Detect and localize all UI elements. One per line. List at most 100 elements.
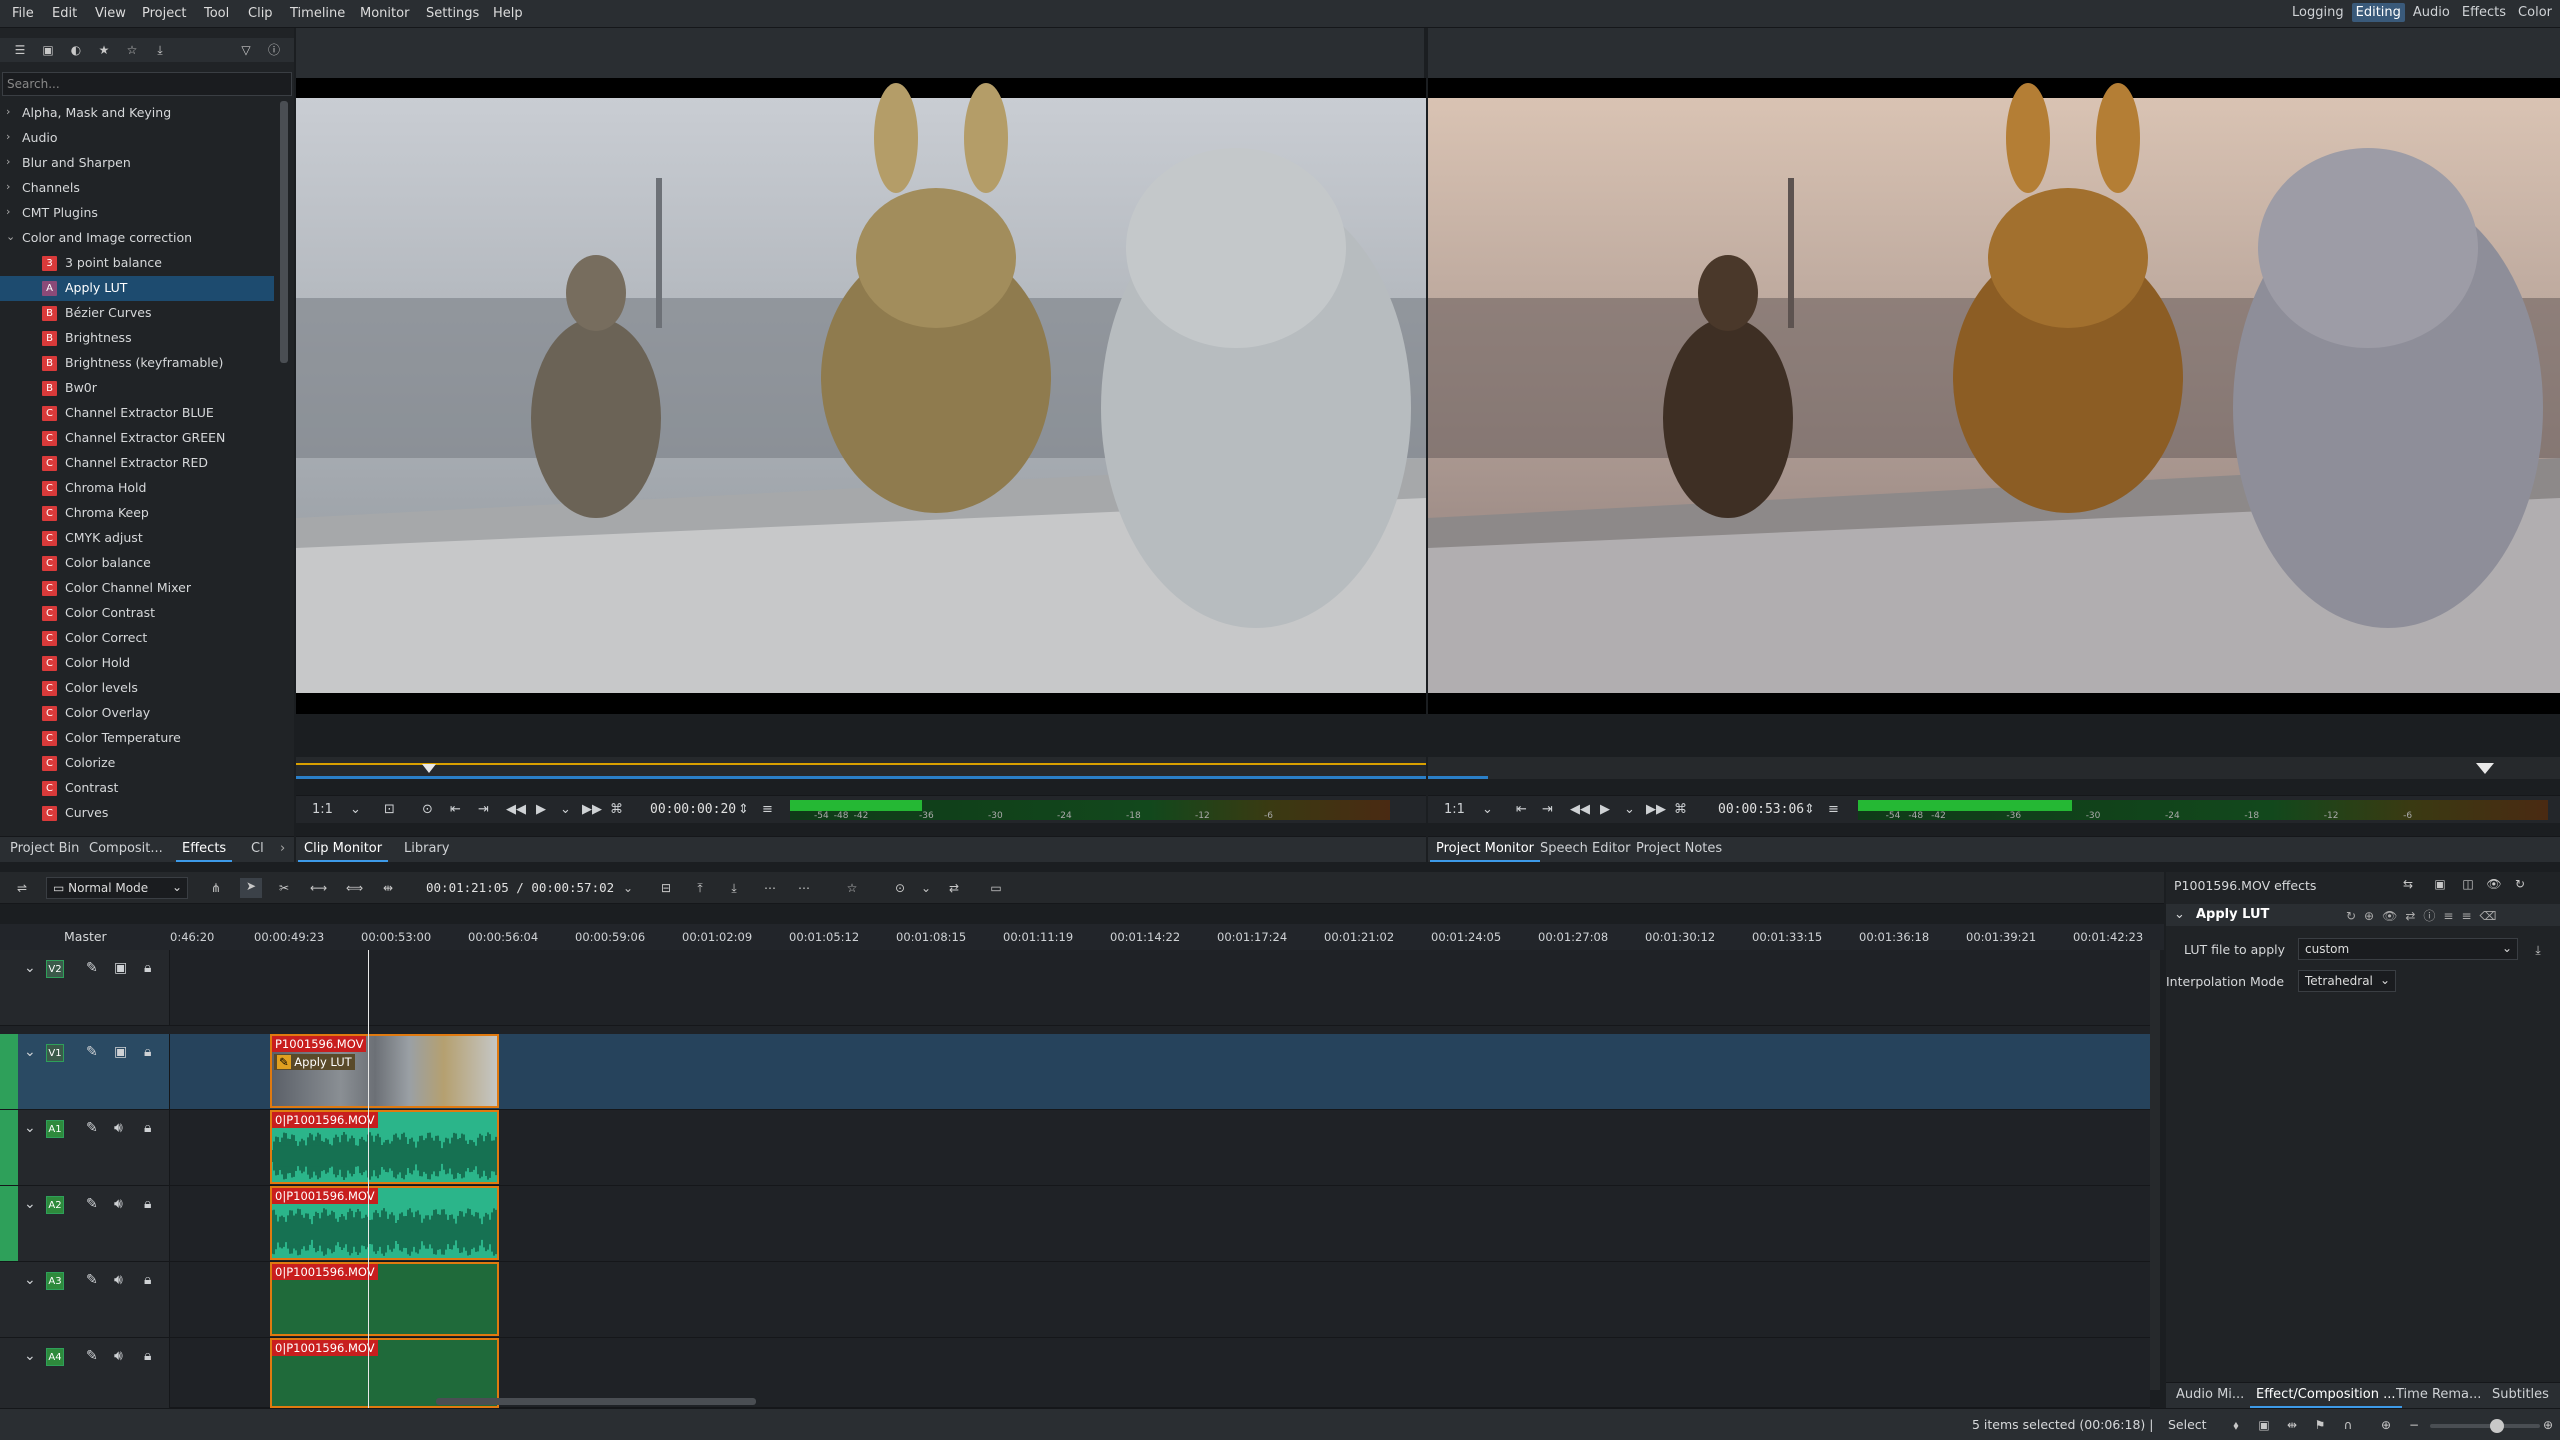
edit-mode-select[interactable]: ▭ Normal Mode ⌄ bbox=[46, 877, 188, 899]
track-name[interactable]: V2 bbox=[46, 960, 64, 978]
compare-icon[interactable]: ⇆ bbox=[2396, 876, 2420, 892]
lock-icon[interactable]: 🔒︎ bbox=[144, 960, 151, 976]
loop-zone-icon[interactable]: ⌘ bbox=[1674, 802, 1687, 817]
tab-audio-mixer[interactable]: Audio Mi... bbox=[2176, 1387, 2244, 1402]
chevron-down-icon[interactable]: ⌄ bbox=[918, 880, 934, 896]
collapse-icon[interactable]: ⌄ bbox=[24, 960, 36, 976]
tab-compositions[interactable]: Composit... bbox=[89, 841, 163, 856]
spinbox-arrows-icon[interactable]: ⇕ bbox=[738, 802, 749, 817]
effect-header[interactable]: ⌄ Apply LUT ↻⊕👁︎⇄ⓘ≡≡⌫ bbox=[2166, 904, 2560, 926]
clip-monitor-view[interactable] bbox=[296, 78, 1426, 714]
audio-clip[interactable]: 0|P1001596.MOV bbox=[270, 1110, 499, 1184]
zoom-slider[interactable] bbox=[2430, 1419, 2540, 1433]
category-alpha[interactable]: › Alpha, Mask and Keying bbox=[0, 101, 274, 126]
tab-library[interactable]: Library bbox=[404, 841, 449, 856]
effect-item[interactable]: C Color Overlay bbox=[0, 701, 274, 726]
split-view-icon[interactable]: ◫ bbox=[2460, 876, 2476, 892]
effect-item[interactable]: B Brightness (keyframable) bbox=[0, 351, 274, 376]
playhead-marker[interactable] bbox=[2476, 763, 2494, 774]
play-icon[interactable]: ▶ bbox=[536, 802, 546, 817]
tab-time-remap[interactable]: Time Rema... bbox=[2396, 1387, 2481, 1402]
audio-filter-icon[interactable]: ◐ bbox=[68, 42, 84, 58]
category-color-correction[interactable]: ⌄ Color and Image correction bbox=[0, 226, 274, 251]
lift-icon[interactable]: ⋯ bbox=[762, 880, 778, 896]
effect-item[interactable]: C Channel Extractor GREEN bbox=[0, 426, 274, 451]
favorites-icon[interactable]: ☆ bbox=[124, 42, 140, 58]
effect-item[interactable]: C Color Hold bbox=[0, 651, 274, 676]
loop-zone-icon[interactable]: ⌘ bbox=[610, 802, 623, 817]
category-blur[interactable]: › Blur and Sharpen bbox=[0, 151, 274, 176]
custom-effects-icon[interactable]: ★ bbox=[96, 42, 112, 58]
tab-project-monitor[interactable]: Project Monitor bbox=[1429, 841, 1541, 862]
audio-thumb-icon[interactable]: ⇹ bbox=[2284, 1417, 2300, 1433]
effect-item[interactable]: C Color balance bbox=[0, 551, 274, 576]
effect-item[interactable]: C Channel Extractor RED bbox=[0, 451, 274, 476]
insert-icon[interactable]: ⤒ bbox=[692, 880, 708, 896]
chevron-down-icon[interactable]: ⌄ bbox=[350, 802, 361, 817]
track-name[interactable]: V1 bbox=[46, 1044, 64, 1062]
speaker-icon[interactable]: 🔊︎ bbox=[114, 1196, 123, 1212]
track-name[interactable]: A1 bbox=[46, 1120, 64, 1138]
rewind-icon[interactable]: ◀◀ bbox=[1570, 802, 1590, 817]
video-clip[interactable]: P1001596.MOV ✎ Apply LUT bbox=[270, 1034, 499, 1108]
chevron-down-icon[interactable]: ⌄ bbox=[2174, 907, 2185, 922]
menu-icon[interactable]: ≡ bbox=[1828, 802, 1839, 817]
set-out-icon[interactable]: ⇥ bbox=[1542, 802, 1553, 817]
multicam-icon[interactable]: ⋔ bbox=[208, 880, 224, 896]
zoom-select[interactable]: 1:1 bbox=[312, 802, 333, 817]
speaker-icon[interactable]: 🔊︎ bbox=[114, 1120, 123, 1136]
spacer-tool-icon[interactable]: ⟷ bbox=[310, 880, 327, 896]
zoom-slider-handle[interactable] bbox=[2490, 1419, 2504, 1433]
effects-scrollbar[interactable] bbox=[280, 101, 288, 363]
effect-item[interactable]: C Chroma Keep bbox=[0, 501, 274, 526]
effect-item[interactable]: C Color levels bbox=[0, 676, 274, 701]
playhead-marker[interactable] bbox=[422, 764, 436, 773]
master-label[interactable]: Master bbox=[64, 929, 107, 944]
snap-icon[interactable]: ∩ bbox=[2340, 1417, 2356, 1433]
track-target-strip[interactable] bbox=[0, 1186, 18, 1261]
select-tool-icon[interactable]: ➤ bbox=[240, 878, 262, 898]
effects-icon[interactable]: ✎ bbox=[86, 960, 98, 976]
razor-tool-icon[interactable]: ✂ bbox=[276, 880, 292, 896]
workspace-color[interactable]: Color bbox=[2514, 3, 2556, 22]
overwrite-icon[interactable]: ⤓ bbox=[726, 880, 742, 896]
thumbnails-icon[interactable]: ▣ bbox=[2256, 1417, 2272, 1433]
collapse-icon[interactable]: ⌄ bbox=[24, 1196, 36, 1212]
fit-zoom-icon[interactable]: ⊟ bbox=[658, 880, 674, 896]
tab-project-bin[interactable]: Project Bin bbox=[10, 841, 79, 856]
marker-icon[interactable]: ⊙ bbox=[422, 802, 433, 817]
lock-icon[interactable]: 🔒︎ bbox=[144, 1196, 151, 1212]
effect-header-icons[interactable]: ↻⊕👁︎⇄ⓘ≡≡⌫ bbox=[2346, 907, 2504, 924]
open-file-icon[interactable]: ⤓ bbox=[2530, 942, 2546, 958]
effects-icon[interactable]: ✎ bbox=[86, 1272, 98, 1288]
lock-icon[interactable]: 🔒︎ bbox=[144, 1272, 151, 1288]
interpolation-select[interactable]: Tetrahedral ⌄ bbox=[2298, 970, 2396, 992]
menu-edit[interactable]: Edit bbox=[52, 6, 77, 21]
effect-item[interactable]: A Apply LUT bbox=[0, 276, 274, 301]
effect-item[interactable]: EEqualiz0r bbox=[0, 826, 274, 831]
tab-subtitles[interactable]: Subtitles bbox=[2492, 1387, 2549, 1402]
workspace-logging[interactable]: Logging bbox=[2288, 3, 2348, 22]
tab-effects[interactable]: Effects bbox=[175, 841, 233, 862]
set-in-icon[interactable]: ⇤ bbox=[450, 802, 461, 817]
chevron-down-icon[interactable]: ⌄ bbox=[560, 802, 571, 817]
effects-icon[interactable]: ✎ bbox=[86, 1120, 98, 1136]
timeline-vscroll[interactable] bbox=[2150, 950, 2160, 1390]
project-timecode[interactable]: 00:00:53:06 bbox=[1718, 802, 1804, 817]
workspace-effects[interactable]: Effects bbox=[2458, 3, 2510, 22]
filter-icon[interactable]: ▽ bbox=[238, 42, 254, 58]
collapse-icon[interactable]: ⌄ bbox=[24, 1348, 36, 1364]
record-icon[interactable]: ⊙ bbox=[892, 880, 908, 896]
workspace-audio[interactable]: Audio bbox=[2409, 3, 2454, 22]
audio-clip[interactable]: 0|P1001596.MOV bbox=[270, 1186, 499, 1260]
menu-icon[interactable]: ≡ bbox=[762, 802, 773, 817]
track-v2[interactable]: ⌄ V2 ✎ ▣ 🔒︎ bbox=[0, 950, 2150, 1026]
set-out-icon[interactable]: ⇥ bbox=[478, 802, 489, 817]
audio-clip[interactable]: 0|P1001596.MOV bbox=[270, 1262, 499, 1336]
forward-icon[interactable]: ▶▶ bbox=[582, 802, 602, 817]
effect-item[interactable]: C Curves bbox=[0, 801, 274, 826]
menu-clip[interactable]: Clip bbox=[248, 6, 273, 21]
effect-item[interactable]: B Bézier Curves bbox=[0, 301, 274, 326]
extract-icon[interactable]: ⋯ bbox=[796, 880, 812, 896]
project-monitor-ruler[interactable] bbox=[1428, 757, 2560, 779]
